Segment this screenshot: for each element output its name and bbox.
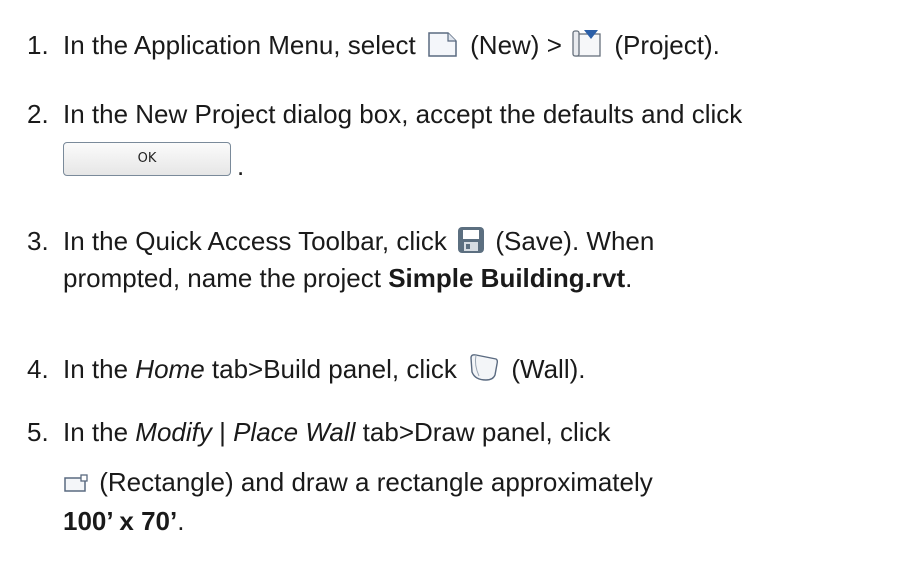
step-text: . bbox=[237, 151, 245, 181]
tab-name: Modify bbox=[135, 417, 212, 447]
dimensions: 100’ x 70’ bbox=[63, 506, 178, 536]
step-text: In the bbox=[63, 417, 129, 447]
step-text: tab>Build panel, click bbox=[211, 354, 457, 384]
step-text: In the Application Menu, select bbox=[63, 30, 416, 60]
new-document-icon bbox=[426, 30, 460, 65]
step-2: 2. In the New Project dialog box, accept … bbox=[27, 98, 742, 130]
step-number: 3. bbox=[27, 226, 49, 256]
step-1: 1. In the Application Menu, select (New) … bbox=[27, 28, 720, 65]
step-3-line-2: prompted, name the project Simple Buildi… bbox=[63, 262, 632, 294]
step-text: In the Quick Access Toolbar, click bbox=[63, 226, 447, 256]
project-name: Simple Building.rvt bbox=[388, 263, 626, 293]
project-template-icon bbox=[572, 28, 604, 65]
step-text: . bbox=[625, 263, 633, 293]
step-5-line-3: 100’ x 70’. bbox=[63, 505, 184, 537]
separator: | bbox=[211, 417, 234, 447]
step-text: (New) > bbox=[470, 30, 562, 60]
wall-icon bbox=[467, 352, 501, 389]
step-4: 4. In the Home tab>Build panel, click (Wa… bbox=[27, 352, 585, 389]
step-text: In the New Project dialog box, accept th… bbox=[63, 99, 743, 129]
step-text: tab>Draw panel, click bbox=[362, 417, 611, 447]
step-text: (Rectangle) and draw a rectangle approxi… bbox=[99, 467, 653, 497]
ok-button[interactable]: OK bbox=[63, 142, 231, 176]
step-number: 5. bbox=[27, 417, 49, 447]
step-5-line-2: (Rectangle) and draw a rectangle approxi… bbox=[63, 466, 653, 502]
step-text: (Save). When bbox=[495, 226, 655, 256]
step-text: . bbox=[177, 506, 185, 536]
step-text: prompted, name the project bbox=[63, 263, 381, 293]
rectangle-icon bbox=[63, 470, 89, 502]
tab-name: Home bbox=[135, 354, 205, 384]
save-icon bbox=[457, 226, 485, 261]
step-number: 4. bbox=[27, 354, 49, 384]
step-number: 2. bbox=[27, 99, 49, 129]
step-5: 5. In the Modify | Place Wall tab>Draw pa… bbox=[27, 416, 611, 448]
step-number: 1. bbox=[27, 30, 49, 60]
step-3: 3. In the Quick Access Toolbar, click (Sa… bbox=[27, 225, 654, 261]
step-text: (Wall). bbox=[511, 354, 586, 384]
step-text: (Project). bbox=[614, 30, 720, 60]
step-text: In the bbox=[63, 354, 129, 384]
tab-name: Place Wall bbox=[233, 417, 356, 447]
